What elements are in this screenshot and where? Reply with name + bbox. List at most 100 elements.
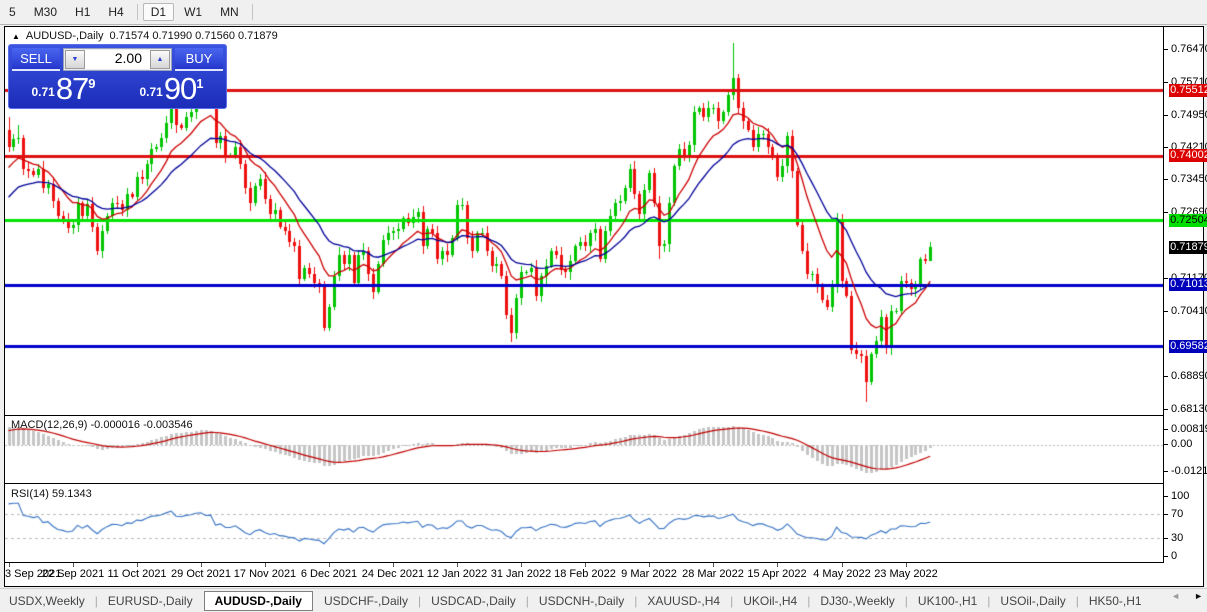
chart-tab-uk100-h1[interactable]: UK100-,H1 <box>909 592 986 610</box>
buy-price-pip: 1 <box>196 76 204 91</box>
timeframe-button-h4[interactable]: H4 <box>100 3 131 21</box>
axis-tick-mark <box>1164 538 1168 539</box>
axis-tick-mark <box>1164 496 1168 497</box>
axis-tick-mark <box>1164 212 1168 213</box>
rsi-chart-canvas[interactable] <box>5 484 1163 562</box>
toolbar-separator <box>251 4 253 20</box>
chart-tab-xauusd-h4[interactable]: XAUUSD-,H4 <box>638 592 729 610</box>
macd-axis-tick: 0.008197 <box>1171 423 1207 435</box>
chart-tab-hk50-h1[interactable]: HK50-,H1 <box>1080 592 1151 610</box>
axis-tick-mark <box>1164 311 1168 312</box>
chart-tab-usdcad-daily[interactable]: USDCAD-,Daily <box>422 592 525 610</box>
price-level-tag: 0.74002 <box>1169 149 1207 162</box>
collapse-panel-icon[interactable]: ▲ <box>12 32 20 41</box>
rsi-indicator-label: RSI(14) 59.1343 <box>11 488 92 500</box>
chart-tab-audusd-daily[interactable]: AUDUSD-,Daily <box>203 590 313 611</box>
date-tick-mark <box>842 563 843 567</box>
buy-price-big: 90 <box>163 71 197 106</box>
price-axis-tick: 0.68130 <box>1171 403 1207 415</box>
rsi-axis-tick: 30 <box>1171 532 1184 544</box>
sell-price-big: 87 <box>55 71 89 106</box>
axis-tick-mark <box>1164 376 1168 377</box>
date-tick-mark <box>649 563 650 567</box>
date-tick-mark <box>137 563 138 567</box>
buy-price-display[interactable]: 0.71 90 1 <box>120 71 223 106</box>
price-level-tag: 0.72504 <box>1169 214 1207 227</box>
axis-tick-mark <box>1164 278 1168 279</box>
volume-decrease-button[interactable]: ▼ <box>65 50 85 69</box>
price-level-tag: 0.69582 <box>1169 340 1207 353</box>
macd-axis-tick: -0.01212 <box>1171 465 1207 477</box>
axis-tick-mark <box>1164 49 1168 50</box>
chart-symbol-period: AUDUSD-,Daily <box>25 30 104 42</box>
tab-scroll-right-icon[interactable]: ► <box>1194 591 1203 601</box>
date-tick-mark <box>906 563 907 567</box>
toolbar-separator <box>136 4 138 20</box>
sell-button[interactable]: SELL <box>12 48 60 71</box>
date-tick-mark <box>521 563 522 567</box>
price-level-tag: 0.71879 <box>1169 241 1207 254</box>
volume-stepper: ▼ 2.00 ▲ <box>63 48 172 71</box>
timeframe-button-w1[interactable]: W1 <box>176 3 210 21</box>
chart-window: ▲ AUDUSD-,Daily 0.71574 0.71990 0.71560 … <box>4 26 1207 587</box>
macd-axis-tick: 0.00 <box>1171 438 1193 450</box>
axis-tick-mark <box>1164 514 1168 515</box>
sell-price-pip: 9 <box>88 76 96 91</box>
date-tick-mark <box>265 563 266 567</box>
date-axis-label: 23 May 2022 <box>874 568 938 580</box>
timeframe-button-m30[interactable]: M30 <box>26 3 65 21</box>
axis-tick-mark <box>1164 82 1168 83</box>
timeframe-button-5[interactable]: 5 <box>1 3 24 21</box>
sell-price-prefix: 0.71 <box>31 85 55 99</box>
volume-increase-button[interactable]: ▲ <box>150 50 170 69</box>
date-tick-mark <box>777 563 778 567</box>
price-axis-tick: 0.70410 <box>1171 305 1207 317</box>
timeframe-button-h1[interactable]: H1 <box>67 3 98 21</box>
timeframe-button-d1[interactable]: D1 <box>142 3 175 21</box>
sell-price-display[interactable]: 0.71 87 9 <box>12 71 115 106</box>
tab-scroll-left-icon[interactable]: ◄ <box>1171 591 1180 601</box>
chart-tab-usdchf-daily[interactable]: USDCHF-,Daily <box>315 592 417 610</box>
timeframe-toolbar: 5 M30 H1 H4 D1 W1 MN <box>0 0 1207 25</box>
price-axis-tick: 0.73450 <box>1171 173 1207 185</box>
axis-tick-mark <box>1164 179 1168 180</box>
chart-tab-eurusd-daily[interactable]: EURUSD-,Daily <box>99 592 202 610</box>
axis-tick-mark <box>1164 444 1168 445</box>
chart-title: ▲ AUDUSD-,Daily 0.71574 0.71990 0.71560 … <box>12 30 278 42</box>
price-macd-divider <box>5 415 1164 416</box>
price-axis-divider <box>1163 27 1164 562</box>
price-level-tag: 0.71013 <box>1169 278 1207 291</box>
rsi-axis-tick: 0 <box>1171 550 1178 562</box>
macd-indicator-label: MACD(12,26,9) -0.000016 -0.003546 <box>11 419 193 431</box>
one-click-trading-panel: SELL ▼ 2.00 ▲ BUY 0.71 87 9 0.71 90 1 <box>8 44 227 109</box>
chart-tab-bar: USDX,Weekly | EURUSD-,Daily AUDUSD-,Daily US… <box>0 588 1207 612</box>
date-tick-mark <box>201 563 202 567</box>
date-tick-mark <box>9 563 10 567</box>
date-tick-mark <box>585 563 586 567</box>
axis-tick-mark <box>1164 471 1168 472</box>
axis-tick-mark <box>1164 556 1168 557</box>
macd-rsi-divider <box>5 483 1164 484</box>
date-tick-mark <box>457 563 458 567</box>
date-tick-mark <box>73 563 74 567</box>
date-tick-mark <box>329 563 330 567</box>
price-axis-tick: 0.76470 <box>1171 43 1207 55</box>
date-tick-mark <box>713 563 714 567</box>
date-tick-mark <box>393 563 394 567</box>
tab-scroll-arrows: ◄ ► <box>1171 591 1203 601</box>
chart-tab-ukoil-h4[interactable]: UKOil-,H4 <box>734 592 806 610</box>
buy-price-prefix: 0.71 <box>139 85 163 99</box>
axis-tick-mark <box>1164 429 1168 430</box>
timeframe-button-mn[interactable]: MN <box>212 3 247 21</box>
axis-tick-mark <box>1164 409 1168 410</box>
buy-button[interactable]: BUY <box>175 48 223 71</box>
rsi-axis-tick: 100 <box>1171 490 1190 502</box>
chart-tab-usdcnh-daily[interactable]: USDCNH-,Daily <box>530 592 633 610</box>
volume-input[interactable]: 2.00 <box>85 50 150 69</box>
chart-tab-dj30-weekly[interactable]: DJ30-,Weekly <box>811 592 903 610</box>
chart-ohlc-values: 0.71574 0.71990 0.71560 0.71879 <box>109 30 278 42</box>
axis-tick-mark <box>1164 147 1168 148</box>
price-axis-tick: 0.74950 <box>1171 109 1207 121</box>
chart-tab-usdx-weekly[interactable]: USDX,Weekly <box>0 592 94 610</box>
chart-tab-usoil-daily[interactable]: USOil-,Daily <box>991 592 1074 610</box>
